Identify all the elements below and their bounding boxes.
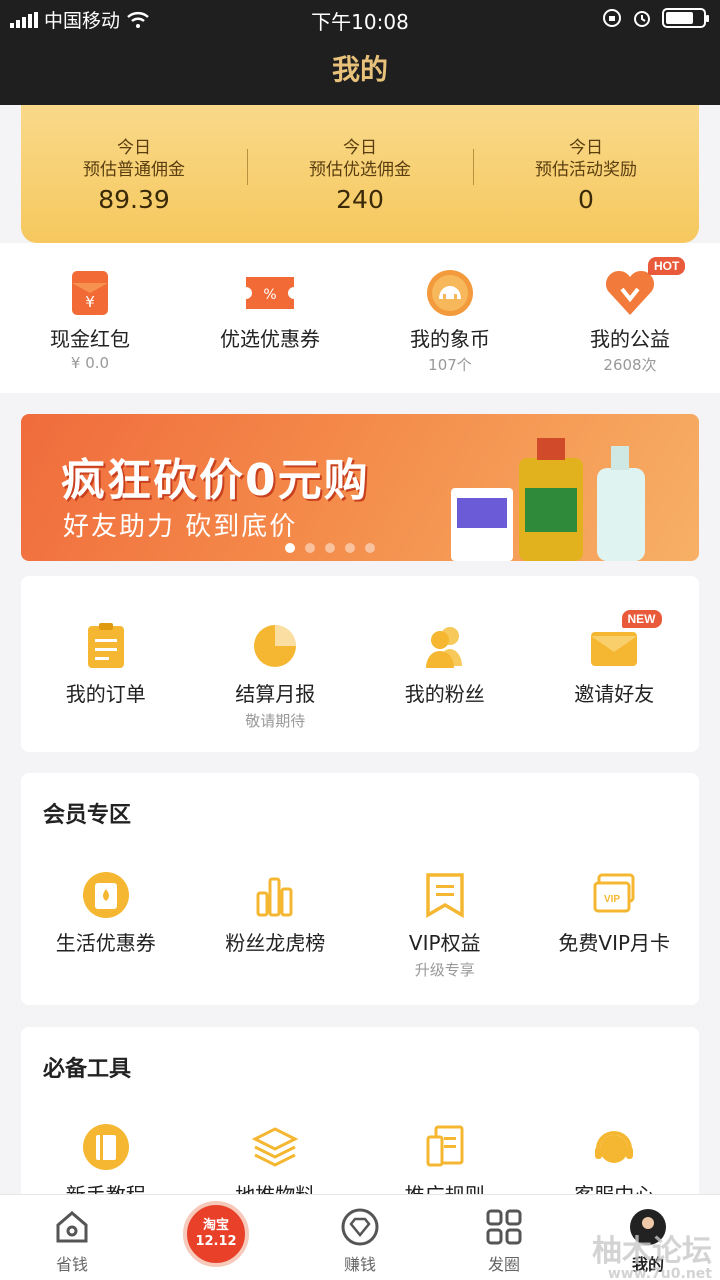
- svg-text:¥: ¥: [85, 293, 95, 311]
- page-title: 我的: [331, 53, 388, 86]
- tab-save-money[interactable]: 省钱: [0, 1195, 144, 1280]
- shortcut-label: 优选优惠券: [220, 327, 320, 351]
- shortcut-elephant-coins[interactable]: 我的象币 107个: [360, 243, 540, 393]
- menu-label: 我的粉丝: [404, 682, 485, 706]
- fans-icon: [420, 622, 470, 670]
- menu-invite-friends[interactable]: NEW 邀请好友: [530, 610, 700, 731]
- home-icon: [52, 1207, 92, 1247]
- order-list-icon: [81, 622, 131, 670]
- site-watermark: 柚木论坛 www.7u0.net: [592, 1226, 712, 1280]
- grid-icon: [484, 1207, 524, 1247]
- member-fans-ranking[interactable]: 粉丝龙虎榜: [191, 871, 361, 980]
- stat-label: 预估普通佣金: [83, 160, 185, 180]
- tab-taobao-1212[interactable]: 淘宝 12.12: [144, 1195, 288, 1280]
- life-coupon-icon: [81, 871, 131, 919]
- menu-label: VIP权益: [408, 931, 481, 955]
- menu-label: 粉丝龙虎榜: [225, 931, 326, 955]
- stat-label-day: 今日: [343, 138, 377, 158]
- stat-label: 预估优选佣金: [309, 160, 411, 180]
- diamond-icon: [340, 1207, 380, 1247]
- top-bar: 中国移动 下午10:08 我的: [0, 0, 720, 105]
- shortcut-charity[interactable]: HOT 我的公益 2608次: [540, 243, 720, 393]
- watermark-text: 柚木论坛: [592, 1234, 712, 1269]
- stat-activity-reward[interactable]: 今日 预估活动奖励 0: [473, 105, 699, 243]
- tab-label: 发圈: [487, 1255, 520, 1274]
- stat-value: 89.39: [98, 185, 170, 214]
- status-bar: 中国移动 下午10:08: [0, 0, 720, 36]
- wallet-shortcuts: ¥ 现金红包 ¥ 0.0 % 优选优惠券 我的象币 107个 HOT 我的公益 …: [0, 243, 720, 393]
- shortcut-sub: ¥ 0.0: [70, 354, 110, 372]
- menu-sub: 敬请期待: [245, 712, 306, 730]
- stat-label-day: 今日: [569, 138, 603, 158]
- earnings-summary-card[interactable]: 今日 预估普通佣金 89.39 今日 预估优选佣金 240 今日 预估活动奖励 …: [21, 105, 699, 243]
- stat-selected-commission[interactable]: 今日 预估优选佣金 240: [247, 105, 473, 243]
- member-vip-benefits[interactable]: VIP权益 升级专享: [360, 871, 530, 980]
- menu-monthly-report[interactable]: 结算月报 敬请期待: [191, 622, 361, 731]
- member-free-vip-card[interactable]: VIP 免费VIP月卡: [530, 871, 700, 980]
- elephant-coin-icon: [425, 269, 475, 317]
- product-bottles-illustration: [451, 438, 645, 561]
- section-title: 必备工具: [43, 1057, 132, 1082]
- book-icon: [81, 1123, 131, 1171]
- menu-label: 生活优惠券: [55, 931, 156, 955]
- stat-label: 预估活动奖励: [535, 160, 637, 180]
- svg-text:VIP: VIP: [604, 894, 620, 905]
- stat-label-day: 今日: [117, 138, 151, 158]
- menu-label: 结算月报: [235, 682, 316, 706]
- promo-banner[interactable]: 疯狂砍价0元购 好友助力 砍到底价: [21, 414, 699, 561]
- svg-text:%: %: [263, 287, 276, 303]
- rules-doc-icon: [420, 1123, 470, 1171]
- battery-icon: [662, 8, 709, 28]
- carousel-dots[interactable]: [285, 543, 375, 553]
- menu-label: 邀请好友: [574, 682, 655, 706]
- shortcut-coupons[interactable]: % 优选优惠券: [180, 243, 360, 393]
- shortcut-label: 我的公益: [590, 327, 670, 351]
- members-card: 会员专区 生活优惠券 粉丝龙虎榜 VIP权益 升级专享 VIP 免费VIP月卡: [21, 773, 699, 1005]
- menu-label: 我的订单: [65, 682, 146, 706]
- rotation-lock-icon: [603, 9, 621, 27]
- heart-charity-icon: [604, 269, 656, 317]
- vip-card-icon: VIP: [589, 871, 639, 919]
- headset-icon: [589, 1123, 639, 1171]
- hot-badge: HOT: [648, 257, 686, 275]
- menu-label: 免费VIP月卡: [558, 931, 671, 955]
- stat-normal-commission[interactable]: 今日 预估普通佣金 89.39: [21, 105, 247, 243]
- pie-chart-icon: [250, 622, 300, 670]
- envelope-icon: [589, 622, 639, 670]
- bar-ranking-icon: [250, 871, 300, 919]
- shortcut-sub: 107个: [428, 356, 472, 374]
- menu-my-orders[interactable]: 我的订单: [21, 622, 191, 731]
- banner-headline: 疯狂砍价0元购: [61, 455, 370, 506]
- red-envelope-icon: ¥: [68, 269, 112, 317]
- carousel-dot[interactable]: [365, 543, 375, 553]
- carousel-dot[interactable]: [285, 543, 295, 553]
- tab-label: 省钱: [55, 1255, 88, 1274]
- carousel-dot[interactable]: [305, 543, 315, 553]
- shortcut-sub: 2608次: [603, 356, 657, 374]
- stat-value: 240: [336, 185, 384, 214]
- shortcut-label: 我的象币: [410, 327, 490, 351]
- banner-subline: 好友助力 砍到底价: [63, 512, 298, 542]
- shortcut-cash-red-envelope[interactable]: ¥ 现金红包 ¥ 0.0: [0, 243, 180, 393]
- menu-my-fans[interactable]: 我的粉丝: [360, 622, 530, 731]
- vip-flag-icon: [420, 871, 470, 919]
- carousel-dot[interactable]: [345, 543, 355, 553]
- taobao-1212-icon: 淘宝 12.12: [183, 1201, 249, 1267]
- layers-icon: [250, 1123, 300, 1171]
- menu-sub: 升级专享: [414, 961, 475, 979]
- alarm-icon: [634, 11, 650, 27]
- tab-earn-money[interactable]: 赚钱: [288, 1195, 432, 1280]
- stat-value: 0: [578, 185, 594, 214]
- member-life-coupons[interactable]: 生活优惠券: [21, 871, 191, 980]
- new-badge: NEW: [621, 610, 662, 628]
- coupon-icon: %: [244, 269, 296, 317]
- section-title: 会员专区: [43, 803, 132, 828]
- tab-label: 赚钱: [343, 1255, 376, 1274]
- orders-card: 我的订单 结算月报 敬请期待 我的粉丝 NEW 邀请好友: [21, 576, 699, 752]
- tab-moments[interactable]: 发圈: [432, 1195, 576, 1280]
- shortcut-label: 现金红包: [50, 327, 130, 351]
- carousel-dot[interactable]: [325, 543, 335, 553]
- watermark-url: www.7u0.net: [607, 1266, 712, 1280]
